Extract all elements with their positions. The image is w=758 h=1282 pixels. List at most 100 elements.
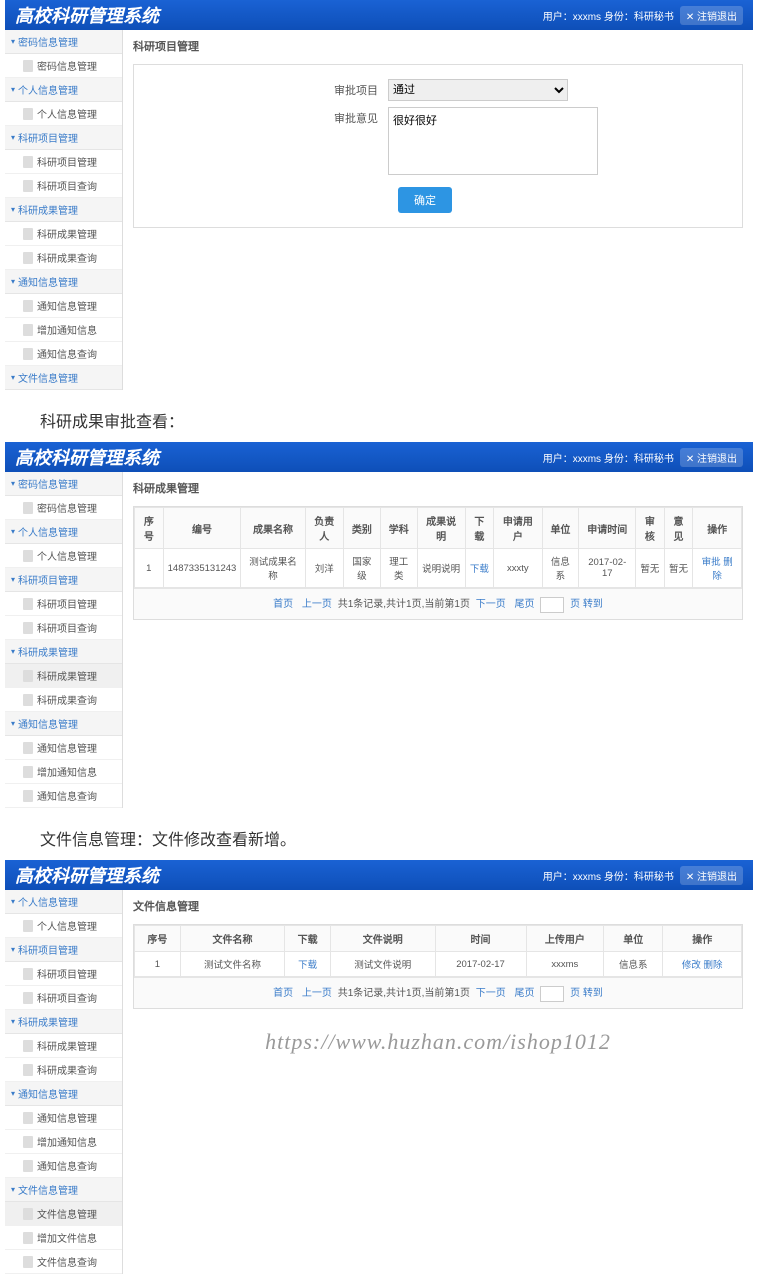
section-title-results: 科研成果审批查看： bbox=[0, 398, 758, 442]
page-next[interactable]: 下一页 bbox=[476, 988, 506, 999]
files-table: 序号 文件名称 下载 文件说明 时间 上传用户 单位 操作 1 测试文件名称 下… bbox=[134, 925, 742, 977]
submit-button[interactable]: 确定 bbox=[398, 187, 452, 213]
table-row: 1 1487335131243 测试成果名称 刘洋 国家级 理工类 说明说明 下… bbox=[135, 549, 742, 588]
col-seq: 序号 bbox=[135, 508, 164, 549]
page-info: 共1条记录,共计1页,当前第1页 bbox=[338, 599, 470, 610]
nav-item-personal[interactable]: 个人信息管理 bbox=[5, 544, 122, 568]
nav-group-password[interactable]: 密码信息管理 bbox=[5, 472, 122, 496]
nav-item-result-mgmt[interactable]: 科研成果管理 bbox=[5, 1034, 122, 1058]
nav-item-result-mgmt[interactable]: 科研成果管理 bbox=[5, 664, 122, 688]
col-desc: 文件说明 bbox=[331, 926, 435, 952]
nav-item-notice-add[interactable]: 增加通知信息 bbox=[5, 1130, 122, 1154]
nav-group-personal[interactable]: 个人信息管理 bbox=[5, 78, 122, 102]
nav-item-project-query[interactable]: 科研项目查询 bbox=[5, 616, 122, 640]
col-user: 上传用户 bbox=[526, 926, 603, 952]
nav-item-project-mgmt[interactable]: 科研项目管理 bbox=[5, 592, 122, 616]
nav-group-project[interactable]: 科研项目管理 bbox=[5, 126, 122, 150]
nav-item-notice-mgmt[interactable]: 通知信息管理 bbox=[5, 294, 122, 318]
table-row: 1 测试文件名称 下载 测试文件说明 2017-02-17 xxxms 信息系 … bbox=[135, 952, 742, 977]
nav-group-personal[interactable]: 个人信息管理 bbox=[5, 520, 122, 544]
sidebar: 个人信息管理 个人信息管理 科研项目管理 科研项目管理 科研项目查询 科研成果管… bbox=[5, 890, 123, 1274]
nav-item-personal[interactable]: 个人信息管理 bbox=[5, 102, 122, 126]
nav-group-personal[interactable]: 个人信息管理 bbox=[5, 890, 122, 914]
page-go[interactable]: 页 转到 bbox=[570, 988, 603, 999]
edit-link[interactable]: 修改 bbox=[682, 960, 701, 971]
project-select[interactable]: 通过 bbox=[388, 79, 568, 101]
page-go[interactable]: 页 转到 bbox=[570, 599, 603, 610]
nav-item-result-mgmt[interactable]: 科研成果管理 bbox=[5, 222, 122, 246]
col-dl: 下载 bbox=[285, 926, 331, 952]
nav-group-file[interactable]: 文件信息管理 bbox=[5, 366, 122, 390]
nav-item-notice-mgmt[interactable]: 通知信息管理 bbox=[5, 1106, 122, 1130]
page-last[interactable]: 尾页 bbox=[515, 599, 535, 610]
pagination: 首页 上一页 共1条记录,共计1页,当前第1页 下一页 尾页 页 转到 bbox=[134, 977, 742, 1008]
nav-group-notice[interactable]: 通知信息管理 bbox=[5, 712, 122, 736]
approve-link[interactable]: 审批 bbox=[702, 557, 721, 568]
page-first[interactable]: 首页 bbox=[273, 599, 293, 610]
page-input[interactable] bbox=[540, 597, 564, 613]
nav-item-notice-query[interactable]: 通知信息查询 bbox=[5, 784, 122, 808]
col-time: 时间 bbox=[435, 926, 526, 952]
nav-item-result-query[interactable]: 科研成果查询 bbox=[5, 688, 122, 712]
logout-button[interactable]: ✕ 注销退出 bbox=[680, 448, 743, 467]
nav-item-notice-add[interactable]: 增加通知信息 bbox=[5, 318, 122, 342]
col-unit: 单位 bbox=[542, 508, 579, 549]
col-user: 申请用户 bbox=[494, 508, 542, 549]
form-panel: 审批项目 通过 审批意见 确定 bbox=[133, 64, 743, 228]
col-dl: 下载 bbox=[465, 508, 494, 549]
col-no: 编号 bbox=[163, 508, 241, 549]
nav-group-notice[interactable]: 通知信息管理 bbox=[5, 1082, 122, 1106]
opinion-label: 审批意见 bbox=[148, 107, 388, 126]
col-desc: 成果说明 bbox=[417, 508, 465, 549]
nav-group-file[interactable]: 文件信息管理 bbox=[5, 1178, 122, 1202]
nav-item-file-mgmt[interactable]: 文件信息管理 bbox=[5, 1202, 122, 1226]
logout-button[interactable]: ✕ 注销退出 bbox=[680, 6, 743, 25]
col-cat: 类别 bbox=[343, 508, 380, 549]
nav-item-project-mgmt[interactable]: 科研项目管理 bbox=[5, 150, 122, 174]
nav-item-personal[interactable]: 个人信息管理 bbox=[5, 914, 122, 938]
page-input[interactable] bbox=[540, 986, 564, 1002]
nav-group-result[interactable]: 科研成果管理 bbox=[5, 640, 122, 664]
nav-group-result[interactable]: 科研成果管理 bbox=[5, 198, 122, 222]
col-opinion: 意见 bbox=[664, 508, 693, 549]
opinion-textarea[interactable] bbox=[388, 107, 598, 175]
nav-item-file-add[interactable]: 增加文件信息 bbox=[5, 1226, 122, 1250]
download-link[interactable]: 下载 bbox=[470, 564, 489, 575]
nav-item-notice-query[interactable]: 通知信息查询 bbox=[5, 342, 122, 366]
col-time: 申请时间 bbox=[579, 508, 636, 549]
page-last[interactable]: 尾页 bbox=[515, 988, 535, 999]
page-first[interactable]: 首页 bbox=[273, 988, 293, 999]
col-seq: 序号 bbox=[135, 926, 181, 952]
project-label: 审批项目 bbox=[148, 79, 388, 98]
nav-item-file-query[interactable]: 文件信息查询 bbox=[5, 1250, 122, 1274]
nav-item-notice-mgmt[interactable]: 通知信息管理 bbox=[5, 736, 122, 760]
col-unit: 单位 bbox=[604, 926, 663, 952]
download-link[interactable]: 下载 bbox=[298, 960, 317, 971]
nav-item-password[interactable]: 密码信息管理 bbox=[5, 496, 122, 520]
nav-item-notice-query[interactable]: 通知信息查询 bbox=[5, 1154, 122, 1178]
system-title: 高校科研管理系统 bbox=[15, 862, 159, 888]
pagination: 首页 上一页 共1条记录,共计1页,当前第1页 下一页 尾页 页 转到 bbox=[134, 588, 742, 619]
nav-group-project[interactable]: 科研项目管理 bbox=[5, 568, 122, 592]
nav-item-result-query[interactable]: 科研成果查询 bbox=[5, 1058, 122, 1082]
page-prev[interactable]: 上一页 bbox=[302, 988, 332, 999]
col-subj: 学科 bbox=[380, 508, 417, 549]
nav-item-result-query[interactable]: 科研成果查询 bbox=[5, 246, 122, 270]
user-info: 用户：xxxms 身份：科研秘书 bbox=[543, 8, 674, 23]
nav-item-notice-add[interactable]: 增加通知信息 bbox=[5, 760, 122, 784]
page-next[interactable]: 下一页 bbox=[476, 599, 506, 610]
col-review: 审核 bbox=[636, 508, 665, 549]
logout-icon: ✕ bbox=[686, 454, 694, 465]
nav-group-password[interactable]: 密码信息管理 bbox=[5, 30, 122, 54]
nav-group-result[interactable]: 科研成果管理 bbox=[5, 1010, 122, 1034]
nav-item-project-query[interactable]: 科研项目查询 bbox=[5, 174, 122, 198]
nav-item-password[interactable]: 密码信息管理 bbox=[5, 54, 122, 78]
nav-item-project-query[interactable]: 科研项目查询 bbox=[5, 986, 122, 1010]
nav-item-project-mgmt[interactable]: 科研项目管理 bbox=[5, 962, 122, 986]
delete-link[interactable]: 删除 bbox=[704, 960, 723, 971]
system-title: 高校科研管理系统 bbox=[15, 2, 159, 28]
page-prev[interactable]: 上一页 bbox=[302, 599, 332, 610]
user-info: 用户：xxxms 身份：科研秘书 bbox=[543, 868, 674, 883]
nav-group-notice[interactable]: 通知信息管理 bbox=[5, 270, 122, 294]
nav-group-project[interactable]: 科研项目管理 bbox=[5, 938, 122, 962]
